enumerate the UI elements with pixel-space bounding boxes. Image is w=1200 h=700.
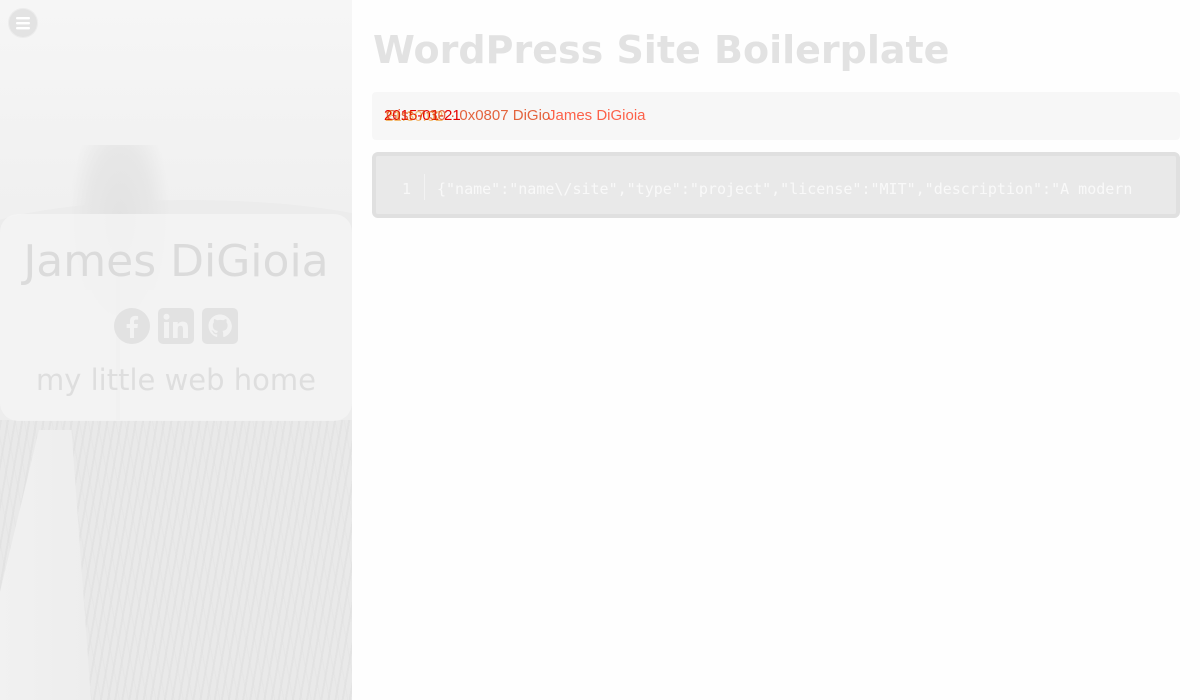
github-link[interactable] (201, 307, 239, 345)
facebook-icon (114, 308, 150, 344)
profile-name: James DiGioia (23, 236, 329, 287)
code-block: 1 {"name":"name\/site","type":"project",… (372, 152, 1180, 218)
menu-button[interactable] (8, 8, 38, 38)
linkedin-icon (158, 308, 194, 344)
gist-meta-bar: 2015-01-21 21:30:02 Gist 7:30 · 0x0807 D… (372, 92, 1180, 140)
page-title: WordPress Site Boilerplate (373, 28, 950, 72)
profile-tagline: my little web home (35, 363, 316, 397)
meta-overlay-text: Gist 7:30 · 0x0807 DiGio (386, 107, 551, 124)
linkedin-link[interactable] (157, 307, 195, 345)
gutter-divider (424, 174, 425, 200)
github-icon (202, 308, 238, 344)
line-number: 1 (402, 180, 412, 198)
social-links (113, 307, 239, 345)
main-content: WordPress Site Boilerplate 2015-01-21 21… (352, 0, 1200, 700)
meta-author-link[interactable]: James DiGioia (548, 107, 646, 125)
code-line: {"name":"name\/site","type":"project","l… (437, 180, 1133, 198)
hamburger-menu-icon (9, 9, 37, 37)
facebook-link[interactable] (113, 307, 151, 345)
sidebar: James DiGioia my little web home (0, 0, 352, 700)
profile-card: James DiGioia my little web home (0, 214, 352, 421)
